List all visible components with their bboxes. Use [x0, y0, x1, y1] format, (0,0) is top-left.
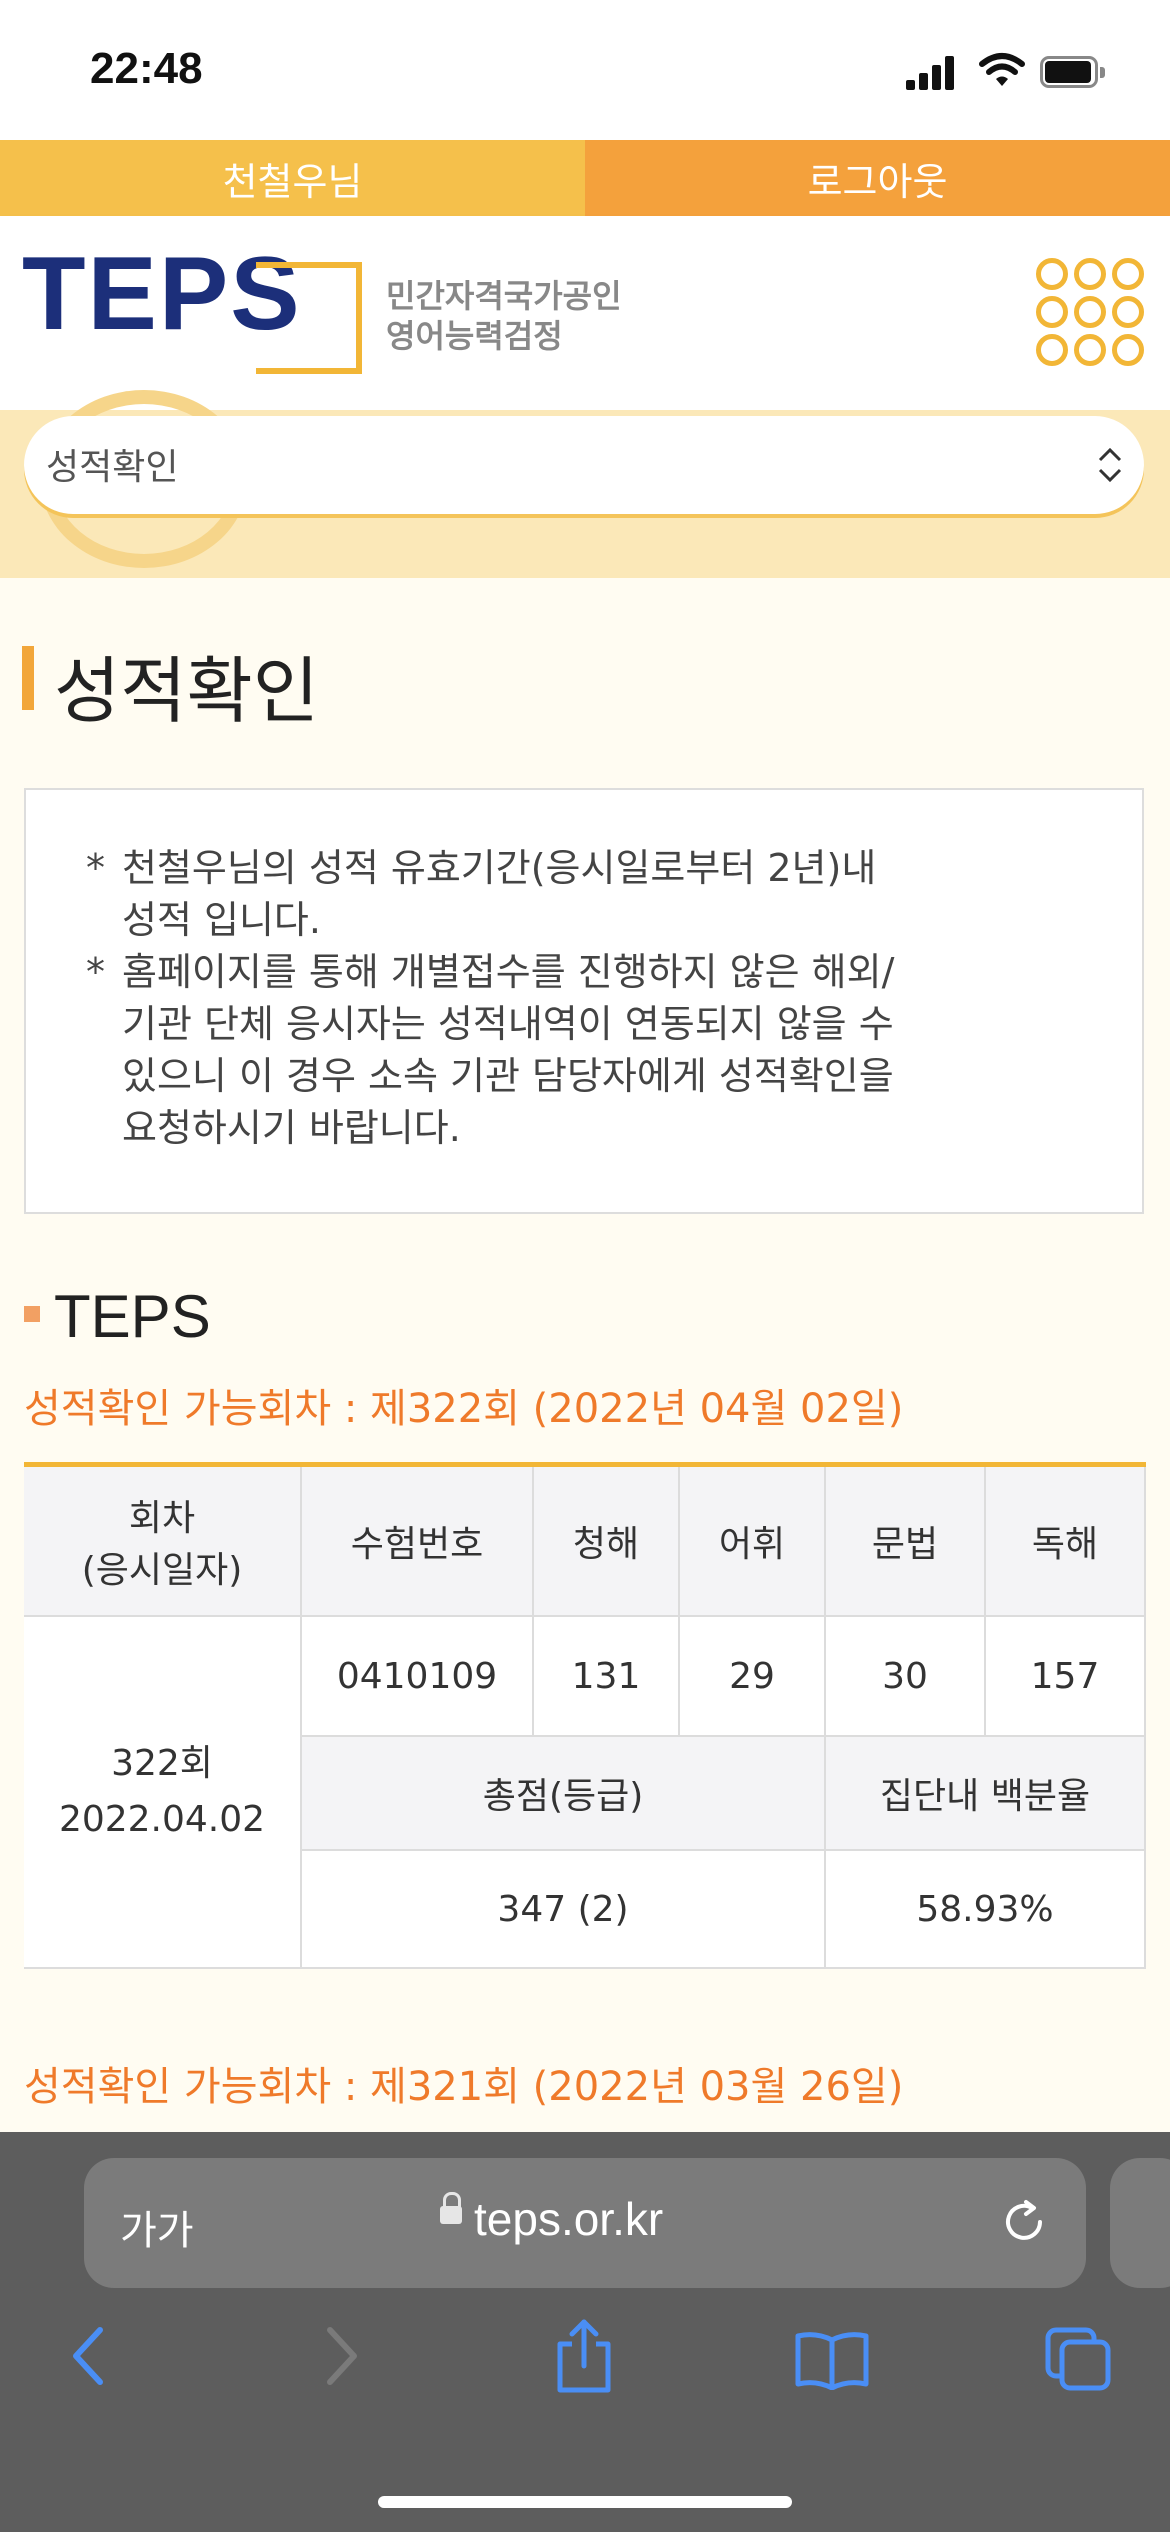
score-grammar: 30 — [826, 1617, 986, 1737]
back-icon[interactable] — [66, 2324, 110, 2388]
notice-bullet: * — [86, 950, 105, 994]
header-exam-no: 수험번호 — [302, 1467, 534, 1617]
page-select[interactable]: 성적확인 — [24, 416, 1144, 514]
percentile-value: 58.93% — [826, 1851, 1146, 1969]
logo-subtitle-line2: 영어능력검정 — [386, 317, 563, 355]
page-select-value: 성적확인 — [46, 447, 179, 488]
next-tab-preview[interactable] — [1110, 2158, 1170, 2288]
reload-icon[interactable] — [996, 2194, 1052, 2250]
home-indicator[interactable] — [378, 2496, 792, 2508]
header-round-line2: (응시일자) — [81, 1550, 243, 1591]
notice-line: 성적 입니다. — [122, 898, 321, 942]
notice-line: 기관 단체 응시자는 성적내역이 연동되지 않을 수 — [122, 1002, 894, 1046]
logout-button[interactable]: 로그아웃 — [585, 140, 1170, 216]
notice-item: * 홈페이지를 통해 개별접수를 진행하지 않은 해외/ 기관 단체 응시자는 … — [86, 946, 1122, 1154]
header-reading: 독해 — [986, 1467, 1146, 1617]
score-table: 회차 (응시일자) 수험번호 청해 어휘 문법 독해 322회 2022.04.… — [24, 1462, 1146, 1969]
title-accent-bar — [22, 646, 34, 710]
header-grammar: 문법 — [826, 1467, 986, 1617]
notice-line: 요청하시기 바랍니다. — [122, 1106, 461, 1150]
chevron-up-down-icon — [1098, 447, 1122, 483]
total-score: 347 (2) — [302, 1851, 826, 1969]
logo-subtitle-line1: 민간자격국가공인 — [386, 277, 622, 315]
available-round-label-2: 성적확인 가능회차 : 제321회 (2022년 03월 26일) — [24, 2064, 904, 2110]
page-title: 성적확인 — [54, 649, 319, 733]
notice-line: 있으니 이 경우 소속 기관 담당자에게 성적확인을 — [122, 1054, 894, 1098]
cellular-signal-icon — [906, 56, 954, 90]
status-time: 22:48 — [90, 44, 203, 93]
logo-bracket-decoration — [256, 262, 362, 374]
notice-item: * 천철우님의 성적 유효기간(응시일로부터 2년)내 성적 입니다. — [86, 842, 1122, 946]
logo-subtitle: 민간자격국가공인 영어능력검정 — [386, 276, 622, 356]
address-bar[interactable]: 가가 teps.or.kr — [84, 2158, 1086, 2288]
header-round-line1: 회차 — [128, 1498, 196, 1539]
exam-number: 0410109 — [302, 1617, 534, 1737]
header-vocab: 어휘 — [680, 1467, 826, 1617]
tabs-icon[interactable] — [1044, 2326, 1114, 2392]
top-bar: 천철우님 로그아웃 — [0, 140, 1170, 216]
forward-icon[interactable] — [320, 2324, 364, 2388]
share-icon[interactable] — [552, 2318, 616, 2394]
section-bullet — [24, 1306, 40, 1322]
bookmarks-icon[interactable] — [794, 2330, 870, 2390]
header-percentile: 집단내 백분율 — [826, 1737, 1146, 1851]
round-date: 2022.04.02 — [58, 1799, 266, 1840]
wifi-icon — [979, 53, 1025, 86]
site-header: TEPS 민간자격국가공인 영어능력검정 — [0, 216, 1170, 410]
score-reading: 157 — [986, 1617, 1146, 1737]
text-size-button[interactable]: 가가 — [120, 2198, 194, 2256]
battery-icon — [1040, 56, 1106, 90]
header-listening: 청해 — [534, 1467, 680, 1617]
section-title: TEPS — [54, 1283, 211, 1350]
notice-line: 홈페이지를 통해 개별접수를 진행하지 않은 해외/ — [122, 950, 895, 994]
url-text[interactable]: teps.or.kr — [440, 2192, 664, 2246]
status-bar: 22:48 — [0, 0, 1170, 140]
user-name-button[interactable]: 천철우님 — [0, 140, 585, 216]
notice-bullet: * — [86, 846, 105, 890]
round-number: 322회 — [111, 1743, 213, 1784]
round-cell: 322회 2022.04.02 — [24, 1617, 302, 1969]
score-vocab: 29 — [680, 1617, 826, 1737]
menu-grid-icon[interactable] — [1036, 258, 1146, 368]
score-listening: 131 — [534, 1617, 680, 1737]
lock-icon — [440, 2192, 462, 2224]
header-round: 회차 (응시일자) — [24, 1467, 302, 1617]
notice-line: 천철우님의 성적 유효기간(응시일로부터 2년)내 — [122, 846, 877, 890]
url-label: teps.or.kr — [474, 2193, 664, 2245]
available-round-label: 성적확인 가능회차 : 제322회 (2022년 04월 02일) — [24, 1386, 904, 1432]
notice-box: * 천철우님의 성적 유효기간(응시일로부터 2년)내 성적 입니다. * 홈페… — [24, 788, 1144, 1214]
header-total: 총점(등급) — [302, 1737, 826, 1851]
